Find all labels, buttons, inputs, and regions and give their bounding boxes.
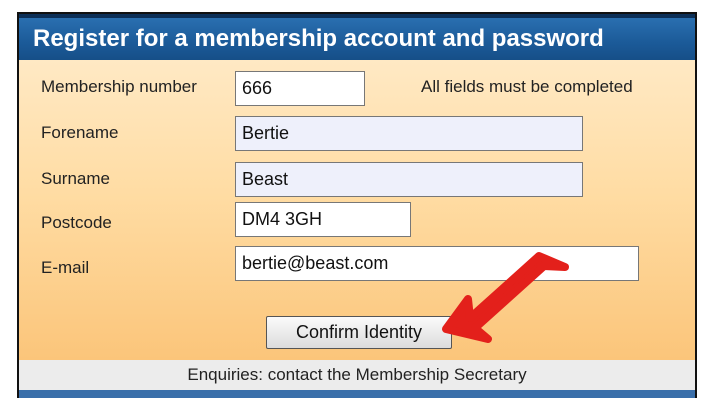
bottom-bar [19,390,695,398]
enquiries-footer: Enquiries: contact the Membership Secret… [19,360,695,390]
postcode-label: Postcode [41,213,112,232]
confirm-identity-button[interactable]: Confirm Identity [266,316,452,349]
membership-number-input[interactable]: 666 [235,71,365,106]
surname-label: Surname [41,169,110,188]
required-fields-note: All fields must be completed [421,77,633,96]
email-input[interactable]: bertie@beast.com [235,246,639,281]
surname-input[interactable]: Beast [235,162,583,197]
registration-form: Membership number 666 All fields must be… [19,60,695,360]
forename-input[interactable]: Bertie [235,116,583,151]
email-label: E-mail [41,258,90,277]
panel-title: Register for a membership account and pa… [19,14,695,60]
membership-number-label: Membership number [41,77,197,96]
postcode-input[interactable]: DM4 3GH [235,202,411,237]
registration-panel: Register for a membership account and pa… [17,12,697,398]
forename-label: Forename [41,123,119,142]
